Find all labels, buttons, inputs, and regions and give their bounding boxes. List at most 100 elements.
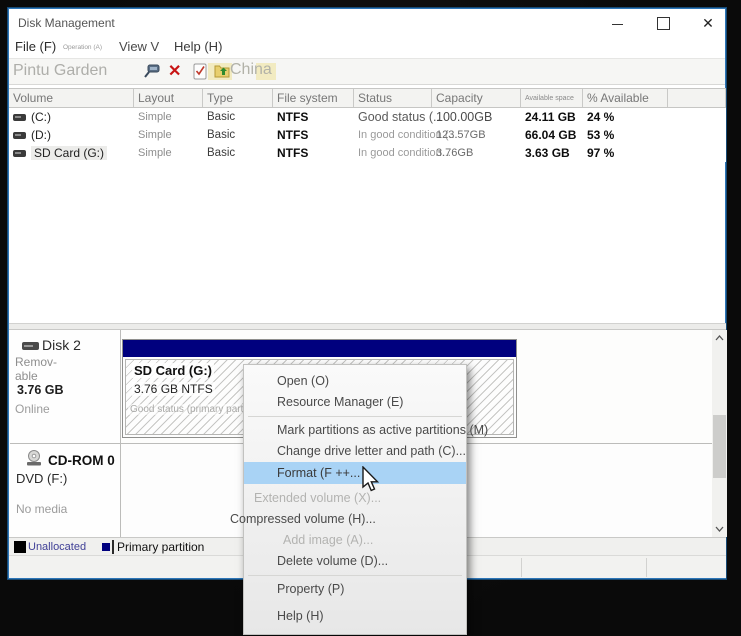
volume-table-header: Volume Layout Type File system Status Ca… bbox=[9, 88, 726, 108]
menu-item-mark-active[interactable]: Mark partitions as active partitions (M) bbox=[244, 420, 466, 441]
title-bar[interactable]: Disk Management bbox=[9, 9, 725, 36]
toolbar-title: Pintu Garden bbox=[13, 62, 107, 80]
column-header-capacity[interactable]: Capacity bbox=[432, 89, 521, 107]
volume-available: 3.63 GB bbox=[521, 146, 583, 160]
volume-name: (C:) bbox=[31, 110, 51, 124]
magnifier-icon[interactable] bbox=[144, 63, 162, 84]
menu-item-compressed-volume[interactable]: Compressed volume (H)... bbox=[230, 509, 466, 530]
cdrom-media-status: No media bbox=[16, 502, 67, 516]
mouse-cursor bbox=[361, 466, 381, 493]
disk2-status: Online bbox=[15, 402, 50, 416]
scroll-up-icon[interactable] bbox=[712, 330, 727, 346]
menu-file[interactable]: File (F) bbox=[15, 39, 56, 54]
disk2-size: 3.76 GB bbox=[17, 383, 64, 397]
legend-unallocated-label: Unallocated bbox=[28, 541, 86, 553]
window-title: Disk Management bbox=[18, 16, 115, 30]
volume-capacity: 123.57GB bbox=[432, 129, 521, 141]
cdrom-label-panel[interactable]: CD-ROM 0 DVD (F:) No media bbox=[10, 444, 121, 537]
column-header-type[interactable]: Type bbox=[203, 89, 273, 107]
volume-name: (D:) bbox=[31, 128, 51, 142]
volume-available: 24.11 GB bbox=[521, 110, 583, 124]
volume-file-system: NTFS bbox=[273, 128, 354, 142]
volume-file-system: NTFS bbox=[273, 146, 354, 160]
menu-item-add-image: Add image (A)... bbox=[244, 530, 466, 551]
desktop-background: Disk Management File (F) Operation (A) V… bbox=[0, 0, 741, 636]
cdrom-drive-letter: DVD (F:) bbox=[16, 471, 67, 486]
cd-rom-icon bbox=[24, 450, 44, 472]
delete-x-icon[interactable]: ✕ bbox=[168, 61, 181, 81]
volume-layout: Simple bbox=[134, 147, 203, 159]
scrollbar-thumb[interactable] bbox=[713, 415, 726, 478]
volume-status: In good condition (... bbox=[354, 129, 432, 141]
volume-status: In good condition... bbox=[354, 147, 432, 159]
menu-help[interactable]: Help (H) bbox=[174, 39, 222, 54]
drive-icon bbox=[13, 132, 26, 139]
folder-up-icon[interactable] bbox=[214, 63, 231, 84]
legend-caret bbox=[112, 540, 114, 554]
table-row-c-drive[interactable]: (C:) Simple Basic NTFS Good status (.. 1… bbox=[9, 108, 726, 126]
table-row-d-drive[interactable]: (D:) Simple Basic NTFS In good condition… bbox=[9, 126, 726, 144]
volume-capacity: 100.00GB bbox=[432, 110, 521, 124]
table-row-sd-card[interactable]: SD Card (G:) Simple Basic NTFS In good c… bbox=[9, 144, 726, 162]
checklist-icon[interactable] bbox=[193, 63, 208, 85]
volume-type: Basic bbox=[203, 129, 273, 141]
disk2-label-panel[interactable]: Disk 2 Remov- able 3.76 GB Online bbox=[10, 330, 121, 444]
status-bar-separator bbox=[646, 558, 647, 577]
disk2-name: Disk 2 bbox=[42, 337, 81, 353]
partition-size-fs: 3.76 GB NTFS bbox=[132, 382, 215, 396]
toolbar: Pintu Garden ✕ bbox=[9, 58, 725, 85]
volume-available: 66.04 GB bbox=[521, 128, 583, 142]
minimize-icon[interactable] bbox=[611, 16, 625, 30]
volume-layout: Simple bbox=[134, 129, 203, 141]
cdrom-name: CD-ROM 0 bbox=[48, 453, 115, 468]
status-bar-separator bbox=[521, 558, 522, 577]
unallocated-swatch bbox=[14, 541, 26, 553]
column-header-status[interactable]: Status bbox=[354, 89, 432, 107]
partition-context-menu: Open (O) Resource Manager (E) Mark parti… bbox=[243, 364, 467, 635]
volume-type: Basic bbox=[203, 147, 273, 159]
menu-separator bbox=[248, 416, 462, 417]
volume-pct-available: 97 % bbox=[583, 146, 668, 160]
volume-status: Good status (.. bbox=[354, 110, 432, 124]
column-header-volume[interactable]: Volume bbox=[9, 89, 134, 107]
scroll-down-icon[interactable] bbox=[712, 521, 727, 537]
volume-name: SD Card (G:) bbox=[31, 146, 107, 160]
column-header-filler bbox=[668, 89, 726, 107]
menu-item-help[interactable]: Help (H) bbox=[244, 606, 466, 627]
volume-layout: Simple bbox=[134, 111, 203, 123]
volume-pct-available: 24 % bbox=[583, 110, 668, 124]
menu-view[interactable]: View V bbox=[119, 39, 159, 54]
menu-item-format[interactable]: Format (F ++... bbox=[244, 462, 466, 484]
toolbar-china-label: China bbox=[230, 61, 272, 79]
legend-primary-label: Primary partition bbox=[117, 540, 204, 554]
close-icon[interactable] bbox=[701, 16, 715, 30]
column-header-file-system[interactable]: File system bbox=[273, 89, 354, 107]
menu-operation[interactable]: Operation (A) bbox=[63, 44, 102, 51]
volume-file-system: NTFS bbox=[273, 110, 354, 124]
disk-icon bbox=[22, 342, 39, 350]
volume-type: Basic bbox=[203, 111, 273, 123]
column-header-available-space[interactable]: Available space bbox=[521, 89, 583, 107]
vertical-scrollbar[interactable] bbox=[712, 330, 727, 537]
menu-item-resource-manager[interactable]: Resource Manager (E) bbox=[244, 392, 466, 413]
maximize-icon[interactable] bbox=[656, 16, 670, 30]
volume-pct-available: 53 % bbox=[583, 128, 668, 142]
volume-table-body: (C:) Simple Basic NTFS Good status (.. 1… bbox=[9, 108, 726, 162]
column-header-layout[interactable]: Layout bbox=[134, 89, 203, 107]
drive-icon bbox=[13, 114, 26, 121]
pane-divider[interactable] bbox=[9, 323, 726, 330]
menu-item-delete-volume[interactable]: Delete volume (D)... bbox=[244, 551, 466, 572]
primary-partition-color-bar bbox=[123, 340, 516, 357]
drive-icon bbox=[13, 150, 26, 157]
disk2-removable-label: Remov- able bbox=[15, 355, 57, 383]
menu-separator bbox=[248, 575, 462, 576]
partition-title: SD Card (G:) bbox=[132, 363, 214, 378]
menu-item-change-drive-letter[interactable]: Change drive letter and path (C)... bbox=[244, 441, 466, 462]
menu-item-open[interactable]: Open (O) bbox=[244, 371, 466, 392]
menu-item-extended-volume: Extended volume (X)... bbox=[244, 488, 466, 509]
primary-partition-swatch bbox=[102, 543, 110, 551]
volume-capacity: 3.76GB bbox=[432, 147, 521, 159]
column-header-pct-available[interactable]: % Available bbox=[583, 89, 668, 107]
menu-bar: File (F) Operation (A) View V Help (H) bbox=[9, 36, 725, 58]
menu-item-property[interactable]: Property (P) bbox=[244, 579, 466, 600]
